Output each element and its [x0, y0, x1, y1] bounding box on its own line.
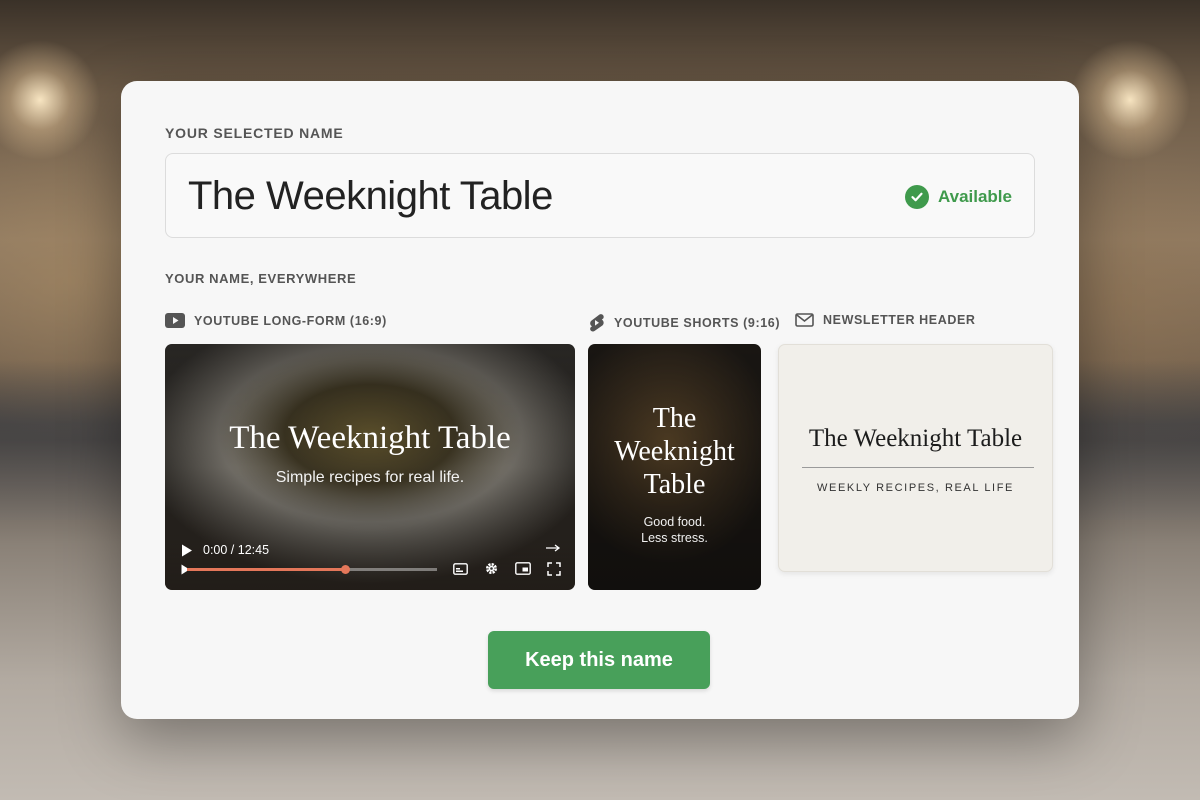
miniplayer-icon[interactable] — [515, 562, 531, 575]
shorts-tagline-line-1: Good food. — [643, 515, 706, 529]
long-form-label: YOUTUBE LONG-FORM (16:9) — [165, 313, 387, 328]
player-time-row: 0:00 / 12:45 — [181, 543, 269, 557]
player-time: 0:00 / 12:45 — [203, 543, 270, 557]
fullscreen-icon[interactable] — [547, 561, 561, 576]
newsletter-title: The Weeknight Table — [808, 425, 1023, 452]
availability-text: Available — [937, 187, 1012, 206]
check-circle-icon — [904, 185, 929, 209]
youtube-shorts-icon — [588, 313, 605, 333]
share-icon[interactable] — [545, 544, 561, 556]
newsletter-subtitle: WEEKLY RECIPES, REAL LIFE — [817, 482, 1014, 494]
player-controls — [453, 561, 561, 576]
keep-name-button[interactable]: Keep this name — [488, 631, 710, 689]
newsletter-label-text: NEWSLETTER HEADER — [823, 313, 976, 327]
shorts-label: YOUTUBE SHORTS (9:16) — [588, 313, 780, 333]
selected-name-text: The Weeknight Table — [188, 174, 553, 218]
youtube-icon — [165, 313, 185, 328]
shorts-title: The Weeknight Table — [614, 403, 735, 500]
selected-name-field: The Weeknight Table Available — [165, 153, 1035, 238]
progress-bar[interactable] — [187, 565, 437, 574]
progress-handle[interactable] — [340, 565, 350, 574]
long-form-title: The Weeknight Table — [229, 420, 511, 456]
play-icon[interactable] — [181, 544, 193, 557]
shorts-tagline-line-2: Less stress. — [641, 531, 708, 545]
newsletter-label: NEWSLETTER HEADER — [795, 313, 976, 327]
shorts-preview[interactable]: The Weeknight Table Good food. Less stre… — [588, 344, 761, 590]
long-form-subtitle: Simple recipes for real life. — [275, 469, 465, 486]
shorts-tagline: Good food. Less stress. — [588, 514, 761, 546]
captions-icon[interactable] — [453, 562, 468, 575]
everywhere-label: YOUR NAME, EVERYWHERE — [165, 271, 357, 286]
name-preview-card: YOUR SELECTED NAME The Weeknight Table A… — [121, 81, 1079, 719]
long-form-preview[interactable]: The Weeknight Table Simple recipes for r… — [165, 344, 575, 590]
long-form-label-text: YOUTUBE LONG-FORM (16:9) — [194, 313, 387, 328]
mail-icon — [795, 313, 814, 327]
availability-status: Available — [904, 185, 1012, 209]
newsletter-divider — [802, 467, 1034, 468]
progress-fill — [187, 568, 345, 571]
newsletter-preview[interactable]: The Weeknight Table WEEKLY RECIPES, REAL… — [778, 344, 1053, 572]
selected-name-label: YOUR SELECTED NAME — [165, 125, 344, 141]
shorts-label-text: YOUTUBE SHORTS (9:16) — [614, 316, 781, 330]
settings-icon[interactable] — [484, 561, 499, 576]
